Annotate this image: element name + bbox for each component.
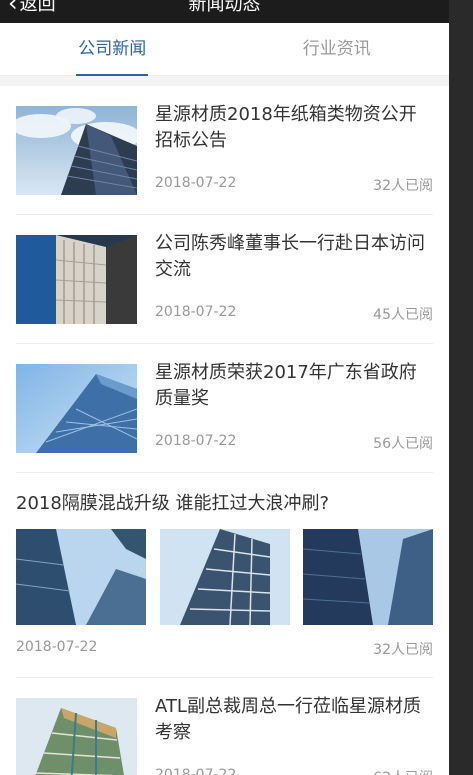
- top-nav-bar: ‹ 返回 新闻动态: [0, 0, 449, 23]
- news-image-row: [16, 529, 433, 625]
- tab-bar: 公司新闻 行业资讯: [0, 23, 449, 76]
- news-title: 2018隔膜混战升级 谁能扛过大浪冲刷?: [16, 493, 330, 514]
- news-title: 星源材质2018年纸箱类物资公开招标公告: [155, 104, 417, 151]
- news-page: 公司新闻 行业资讯 星源材质2018年纸箱类物资公开招标公告 2018-07-2…: [0, 23, 449, 775]
- section-divider: [0, 76, 449, 86]
- news-thumbnail: [16, 235, 137, 324]
- news-thumbnail: [16, 364, 137, 453]
- news-read-count: 32人已阅: [373, 642, 433, 658]
- news-item[interactable]: ATL副总裁周总一行莅临星源材质考察 2018-07-22 62人已阅: [16, 678, 433, 775]
- news-item[interactable]: 星源材质荣获2017年广东省政府质量奖 2018-07-22 56人已阅: [16, 344, 433, 473]
- news-meta: 2018-07-22 45人已阅: [155, 304, 433, 324]
- news-thumbnail: [16, 529, 146, 625]
- tab-label: 公司新闻: [78, 39, 147, 59]
- news-thumbnail: [159, 529, 290, 625]
- tab-company-news[interactable]: 公司新闻: [0, 23, 225, 76]
- news-meta: 2018-07-22 32人已阅: [155, 175, 433, 195]
- scrollbar[interactable]: [449, 0, 473, 775]
- news-info: ATL副总裁周总一行莅临星源材质考察 2018-07-22 62人已阅: [137, 696, 433, 775]
- news-date: 2018-07-22: [155, 304, 237, 320]
- tab-active-indicator: [76, 74, 149, 76]
- news-meta: 2018-07-22 62人已阅: [155, 767, 433, 775]
- news-meta: 2018-07-22 56人已阅: [155, 433, 433, 453]
- news-title: 星源材质荣获2017年广东省政府质量奖: [155, 362, 417, 409]
- tab-label: 行业资讯: [302, 39, 371, 59]
- news-title: 公司陈秀峰董事长一行赴日本访问交流: [155, 233, 425, 280]
- news-date: 2018-07-22: [16, 639, 98, 655]
- news-info: 星源材质2018年纸箱类物资公开招标公告 2018-07-22 32人已阅: [137, 104, 433, 195]
- news-item-gallery[interactable]: 2018隔膜混战升级 谁能扛过大浪冲刷? 2018-07-22 32人已阅: [16, 473, 433, 678]
- news-list: 星源材质2018年纸箱类物资公开招标公告 2018-07-22 32人已阅 公司…: [0, 86, 449, 775]
- news-item[interactable]: 公司陈秀峰董事长一行赴日本访问交流 2018-07-22 45人已阅: [16, 215, 433, 344]
- news-thumbnail: [16, 106, 137, 195]
- news-info: 公司陈秀峰董事长一行赴日本访问交流 2018-07-22 45人已阅: [137, 233, 433, 324]
- news-date: 2018-07-22: [155, 433, 237, 449]
- news-thumbnail: [303, 529, 433, 625]
- news-date: 2018-07-22: [155, 767, 237, 775]
- news-meta: 2018-07-22 32人已阅: [16, 639, 433, 659]
- news-title: ATL副总裁周总一行莅临星源材质考察: [155, 696, 421, 743]
- news-read-count: 45人已阅: [373, 307, 433, 323]
- news-read-count: 62人已阅: [373, 767, 433, 775]
- tab-industry-news[interactable]: 行业资讯: [225, 23, 450, 75]
- news-info: 星源材质荣获2017年广东省政府质量奖 2018-07-22 56人已阅: [137, 362, 433, 453]
- news-read-count: 32人已阅: [373, 178, 433, 194]
- news-item[interactable]: 星源材质2018年纸箱类物资公开招标公告 2018-07-22 32人已阅: [16, 86, 433, 215]
- news-read-count: 56人已阅: [373, 436, 433, 452]
- news-date: 2018-07-22: [155, 175, 237, 191]
- news-thumbnail: [16, 698, 137, 775]
- page-title: 新闻动态: [188, 0, 261, 15]
